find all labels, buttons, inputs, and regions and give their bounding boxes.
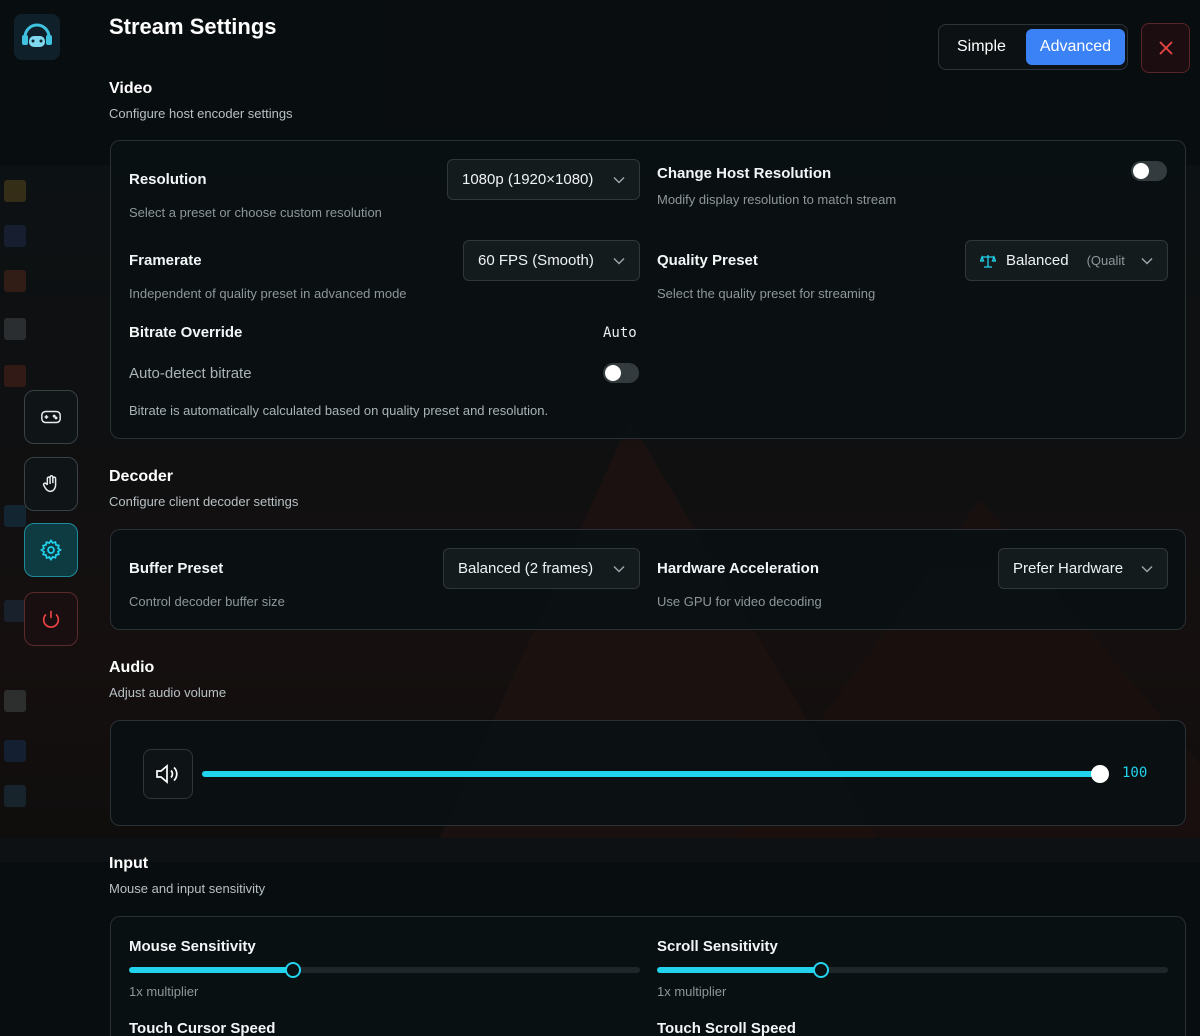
chevron-down-icon [601, 176, 625, 184]
rail-touch-button[interactable] [24, 457, 78, 511]
quality-select[interactable]: Balanced (Qualit [965, 240, 1168, 281]
speaker-icon [156, 764, 178, 784]
close-icon [1158, 41, 1173, 55]
gamepad-icon [41, 410, 61, 424]
rail-power-button[interactable] [24, 592, 78, 646]
mouse-sensitivity-slider[interactable] [129, 962, 640, 978]
volume-slider-thumb[interactable] [1091, 765, 1109, 783]
input-section-title: Input [109, 855, 149, 872]
mode-toggle: Simple Advanced [938, 24, 1128, 70]
change-host-desc: Modify display resolution to match strea… [657, 192, 897, 207]
framerate-value: 60 FPS (Smooth) [478, 252, 594, 269]
audio-card: 100 [110, 720, 1186, 826]
scroll-slider-fill [657, 967, 821, 973]
mute-button[interactable] [143, 749, 193, 799]
resolution-desc: Select a preset or choose custom resolut… [129, 205, 382, 220]
chevron-down-icon [601, 565, 625, 573]
decoder-section-title: Decoder [109, 468, 174, 485]
video-section-title: Video [109, 80, 153, 97]
audio-section-desc: Adjust audio volume [109, 685, 227, 700]
change-host-toggle[interactable] [1131, 161, 1167, 181]
buffer-label: Buffer Preset [129, 560, 224, 577]
bitrate-label: Bitrate Override [129, 324, 243, 341]
quality-value: Balanced [1006, 252, 1069, 269]
rail-settings-button[interactable] [24, 523, 78, 577]
framerate-select[interactable]: 60 FPS (Smooth) [463, 240, 640, 281]
decoder-section-desc: Configure client decoder settings [109, 494, 299, 509]
buffer-value: Balanced (2 frames) [458, 560, 594, 577]
scroll-sensitivity-label: Scroll Sensitivity [657, 938, 778, 955]
close-button[interactable] [1141, 23, 1190, 73]
hwaccel-value: Prefer Hardware [1013, 560, 1124, 577]
volume-slider[interactable] [202, 765, 1109, 783]
volume-value: 100 [1122, 765, 1148, 781]
mode-advanced-button[interactable]: Advanced [1025, 29, 1126, 65]
chevron-down-icon [601, 257, 625, 265]
decoder-card: Buffer Preset Control decoder buffer siz… [110, 529, 1186, 630]
scroll-sensitivity-desc: 1x multiplier [657, 984, 727, 999]
touch-cursor-label: Touch Cursor Speed [129, 1020, 276, 1036]
rail-gamepad-button[interactable] [24, 390, 78, 444]
page-title: Stream Settings [109, 14, 277, 39]
hwaccel-desc: Use GPU for video decoding [657, 594, 822, 609]
power-icon [42, 610, 60, 628]
video-card: Resolution Select a preset or choose cus… [110, 140, 1186, 439]
buffer-select[interactable]: Balanced (2 frames) [443, 548, 640, 589]
input-section-desc: Mouse and input sensitivity [109, 881, 266, 896]
auto-bitrate-toggle[interactable] [603, 363, 639, 383]
mouse-sensitivity-label: Mouse Sensitivity [129, 938, 256, 955]
gear-icon [39, 538, 62, 562]
video-section-desc: Configure host encoder settings [109, 106, 293, 121]
change-host-label: Change Host Resolution [657, 165, 832, 182]
scroll-sensitivity-slider[interactable] [657, 962, 1168, 978]
mouse-slider-thumb[interactable] [285, 962, 301, 978]
volume-slider-fill [202, 771, 1100, 777]
hand-icon [42, 475, 57, 493]
headset-gamepad-icon [22, 23, 52, 47]
touch-scroll-label: Touch Scroll Speed [657, 1020, 796, 1036]
mode-simple-button[interactable]: Simple [943, 29, 1020, 65]
buffer-desc: Control decoder buffer size [129, 594, 285, 609]
mouse-sensitivity-desc: 1x multiplier [129, 984, 199, 999]
bitrate-note: Bitrate is automatically calculated base… [129, 403, 549, 418]
mouse-slider-fill [129, 967, 293, 973]
scroll-slider-thumb[interactable] [813, 962, 829, 978]
resolution-label: Resolution [129, 171, 207, 188]
hwaccel-select[interactable]: Prefer Hardware [998, 548, 1168, 589]
quality-desc: Select the quality preset for streaming [657, 286, 876, 301]
framerate-desc: Independent of quality preset in advance… [129, 286, 407, 301]
auto-bitrate-label: Auto-detect bitrate [129, 365, 252, 382]
quality-label: Quality Preset [657, 252, 758, 269]
audio-section-title: Audio [109, 659, 155, 676]
scale-icon [980, 253, 996, 269]
hwaccel-label: Hardware Acceleration [657, 560, 820, 577]
chevron-down-icon [1129, 565, 1153, 573]
quality-hint: (Qualit [1086, 253, 1125, 268]
input-card: Mouse Sensitivity 1x multiplier Scroll S… [110, 916, 1186, 1036]
resolution-value: 1080p (1920×1080) [462, 171, 594, 188]
chevron-down-icon [1135, 257, 1153, 265]
resolution-select[interactable]: 1080p (1920×1080) [447, 159, 640, 200]
bitrate-value: Auto [603, 325, 637, 341]
framerate-label: Framerate [129, 252, 202, 269]
app-logo [14, 14, 60, 60]
